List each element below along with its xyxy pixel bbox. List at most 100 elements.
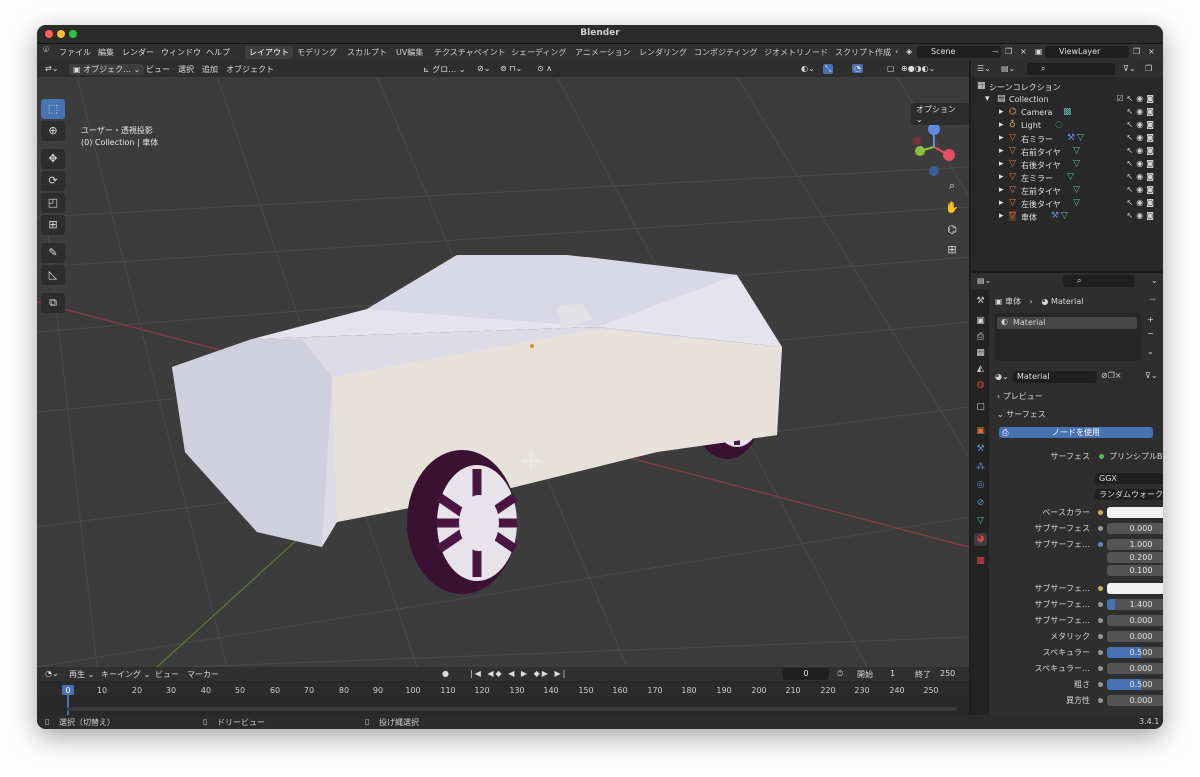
- expand-icon[interactable]: ▸: [999, 133, 1004, 143]
- tool-tab-icon[interactable]: ⚒: [974, 295, 987, 308]
- outliner-item-light[interactable]: ▸ ♁ Light ◌ ↖◉◙: [971, 120, 1163, 133]
- menu-file[interactable]: ファイル: [59, 47, 91, 58]
- view-layer-field[interactable]: ViewLayer: [1045, 46, 1129, 58]
- blender-logo-icon[interactable]: ⌾: [43, 45, 49, 56]
- scene-field[interactable]: Scene: [917, 46, 1001, 58]
- outliner-item-left-front-tire[interactable]: ▸ ▽ 左前タイヤ ▽ ↖◉◙: [971, 185, 1163, 198]
- cursor-tool[interactable]: ⊕: [41, 121, 65, 141]
- outliner-editor-icon[interactable]: ☰⌄: [977, 64, 991, 73]
- scale-tool[interactable]: ◰: [41, 193, 65, 213]
- overlay-icon[interactable]: ◔: [852, 64, 863, 73]
- specular-field[interactable]: 0.500: [1107, 647, 1163, 658]
- visibility-icon[interactable]: ◐⌄: [801, 64, 815, 73]
- collection-tab-icon[interactable]: ▢: [974, 401, 987, 414]
- use-nodes-button[interactable]: ⎙ ノードを使用: [999, 427, 1153, 438]
- outliner-search[interactable]: ⌕: [1027, 63, 1115, 75]
- row-toggles-icon[interactable]: ↖◉◙: [1127, 146, 1157, 155]
- browse-material-icon[interactable]: ◕⌄: [995, 372, 1009, 381]
- outliner-item-left-rear-tire[interactable]: ▸ ▽ 左後タイヤ ▽ ↖◉◙: [971, 198, 1163, 211]
- slot-menu-icon[interactable]: ⌄: [1147, 347, 1154, 356]
- new-scene-icon[interactable]: ❐: [1005, 47, 1012, 56]
- view-layer-tab-icon[interactable]: ▦: [974, 347, 987, 360]
- menu-object[interactable]: オブジェクト: [226, 64, 274, 75]
- options-button[interactable]: オプション ⌄: [911, 103, 969, 125]
- display-mode-icon[interactable]: ▤⌄: [1001, 64, 1015, 73]
- subsurface-radius-y-field[interactable]: 0.200: [1107, 552, 1163, 563]
- subsurface-radius-x-field[interactable]: 1.000: [1107, 539, 1163, 550]
- pin-icon[interactable]: ⊸: [992, 47, 999, 56]
- zoom-icon[interactable]: ⌕: [943, 177, 961, 195]
- properties-options-icon[interactable]: ⌄: [1151, 276, 1158, 285]
- expand-icon[interactable]: ▸: [999, 185, 1004, 195]
- editor-type-icon[interactable]: ⇄⌄: [45, 64, 58, 73]
- properties-search[interactable]: ⌕: [1063, 275, 1135, 287]
- row-toggles-icon[interactable]: ↖◉◙: [1127, 211, 1157, 220]
- tab-sculpt[interactable]: スカルプト: [343, 46, 391, 59]
- transform-tool[interactable]: ⊞: [41, 215, 65, 235]
- delete-scene-icon[interactable]: ×: [1020, 47, 1027, 56]
- outliner-item-camera[interactable]: ▸ ⌬ Camera ▩ ↖◉◙: [971, 107, 1163, 120]
- proportional-edit-icon[interactable]: ⊙ ∧: [537, 64, 552, 73]
- expand-icon[interactable]: ▸: [999, 107, 1004, 117]
- start-frame-field[interactable]: 1: [890, 669, 895, 678]
- shading-modes-icon[interactable]: ⊕●◑◐⌄: [901, 64, 935, 73]
- pan-hand-icon[interactable]: ✋: [943, 199, 961, 217]
- new-view-layer-icon[interactable]: ❐: [1133, 47, 1140, 56]
- material-actions-icon[interactable]: ⊘❐×: [1101, 371, 1122, 380]
- view-layer-icon[interactable]: ▣: [1035, 47, 1043, 56]
- outliner-item-right-front-tire[interactable]: ▸ ▽ 右前タイヤ ▽ ↖◉◙: [971, 146, 1163, 159]
- menu-edit[interactable]: 編集: [98, 47, 114, 58]
- playback-controls-icon[interactable]: |◀ ◀◆ ◀ ▶ ◆▶ ▶|: [470, 669, 567, 678]
- roughness-field[interactable]: 0.500: [1107, 679, 1163, 690]
- timeline-view-menu[interactable]: ビュー: [155, 669, 179, 680]
- distribution-select[interactable]: GGX ⌄: [1095, 473, 1163, 484]
- tab-rendering[interactable]: レンダリング: [635, 46, 691, 59]
- 3d-viewport[interactable]: ⬚ ⊕ ✥ ⟳ ◰ ⊞ ✎ ◺ ⧉ ユーザー・透視投影 (0) Collecti…: [37, 77, 969, 667]
- select-box-tool[interactable]: ⬚: [41, 99, 65, 119]
- menu-add[interactable]: 追加: [202, 64, 218, 75]
- tab-shading[interactable]: シェーディング: [507, 46, 570, 59]
- camera-view-icon[interactable]: ⌬: [943, 221, 961, 239]
- anisotropic-field[interactable]: 0.000: [1107, 695, 1163, 706]
- subsurface-field[interactable]: 0.000: [1107, 523, 1163, 534]
- annotate-tool[interactable]: ✎: [41, 243, 65, 263]
- collection-row[interactable]: ▾ ▤ Collection ☑↖◉◙: [971, 94, 1163, 107]
- add-cube-tool[interactable]: ⧉: [41, 293, 65, 313]
- menu-render[interactable]: レンダー: [122, 47, 154, 58]
- row-toggles-icon[interactable]: ↖◉◙: [1127, 120, 1157, 129]
- collection-expand-icon[interactable]: ▾: [985, 94, 990, 104]
- tab-compositing[interactable]: コンポジティング: [690, 46, 762, 59]
- filter-icon[interactable]: ⊽⌄: [1123, 64, 1136, 73]
- material-filter-icon[interactable]: ⊽⌄: [1145, 371, 1158, 380]
- gizmo-icon[interactable]: ⤡: [823, 64, 834, 74]
- subsurface-radius-z-field[interactable]: 0.100: [1107, 565, 1163, 576]
- row-toggles-icon[interactable]: ↖◉◙: [1127, 159, 1157, 168]
- playback-menu[interactable]: 再生 ⌄: [69, 669, 94, 680]
- specular-tint-field[interactable]: 0.000: [1107, 663, 1163, 674]
- outliner-item-right-mirror[interactable]: ▸ ▽ 右ミラー ⚒ ▽ ↖◉◙: [971, 133, 1163, 146]
- tab-texture-paint[interactable]: テクスチャペイント: [430, 46, 510, 59]
- base-color-swatch[interactable]: [1107, 507, 1163, 518]
- expand-icon[interactable]: ▸: [999, 172, 1004, 182]
- pin-properties-icon[interactable]: ⊸: [1149, 295, 1156, 304]
- scene-collection-row[interactable]: ▦ シーンコレクション: [971, 81, 1163, 94]
- metallic-field[interactable]: 0.000: [1107, 631, 1163, 642]
- world-tab-icon[interactable]: ◍: [974, 379, 987, 392]
- material-slot[interactable]: ◐ Material: [997, 317, 1137, 329]
- rotate-tool[interactable]: ⟳: [41, 171, 65, 191]
- preview-panel-header[interactable]: › プレビュー: [997, 391, 1043, 402]
- stopwatch-icon[interactable]: ⏱: [837, 669, 843, 679]
- row-toggles-icon[interactable]: ↖◉◙: [1127, 185, 1157, 194]
- remove-slot-button[interactable]: −: [1147, 329, 1154, 338]
- menu-select[interactable]: 選択: [178, 64, 194, 75]
- subsurface-ior-field[interactable]: 1.400: [1107, 599, 1163, 610]
- material-slot-list[interactable]: ◐ Material: [995, 313, 1141, 361]
- scene-browse-icon[interactable]: ◈: [906, 47, 912, 56]
- tab-layout[interactable]: レイアウト: [245, 46, 293, 59]
- subsurface-color-swatch[interactable]: [1107, 583, 1163, 594]
- outliner-item-left-mirror[interactable]: ▸ ▽ 左ミラー ▽ ↖◉◙: [971, 172, 1163, 185]
- tab-scripting[interactable]: スクリプト作成: [831, 46, 895, 59]
- output-tab-icon[interactable]: ⎙: [974, 331, 987, 344]
- timeline-scrollbar[interactable]: [67, 707, 957, 711]
- tab-animation[interactable]: アニメーション: [571, 46, 635, 59]
